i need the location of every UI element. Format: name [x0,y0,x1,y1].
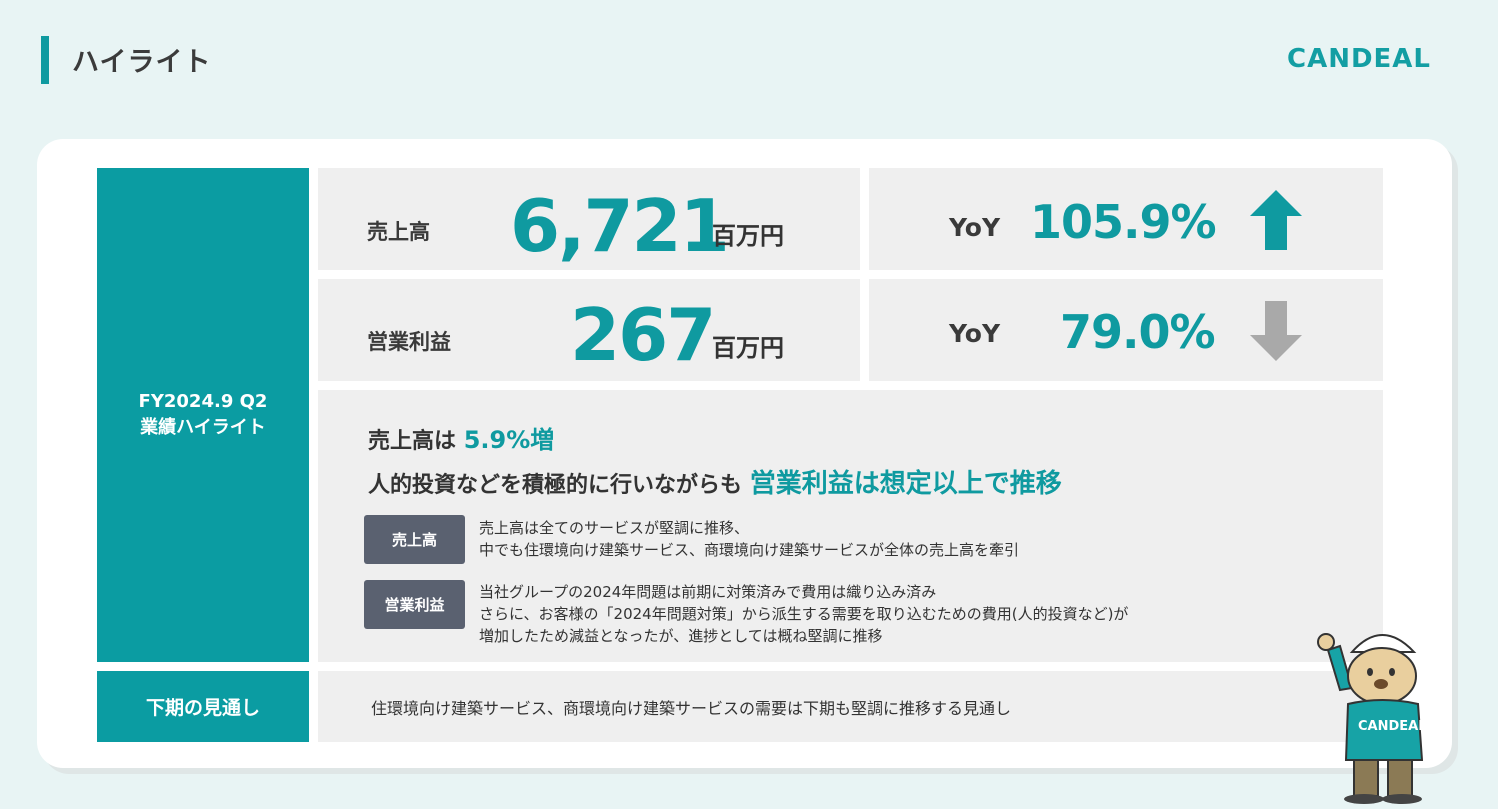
operating-profit-note-line: 増加したため減益となったが、進捗としては概ね堅調に推移 [479,627,883,645]
operating-profit-value: 267 [570,293,716,377]
mascot-shirt-text: CANDEAL [1358,719,1427,734]
period-text: FY2024.9 Q2 [138,391,268,412]
revenue-unit: 百万円 [712,222,784,250]
summary-headline-2-prefix: 人的投資などを積極的に行いながらも [368,473,743,498]
revenue-value: 6,721 [510,184,730,268]
candeal-logo: CANDEAL [1287,44,1431,74]
sidebar-outlook-label: 下期の見通し [97,671,309,742]
sidebar-period-block: FY2024.9 Q2 業績ハイライト [97,168,309,662]
summary-headline-1: 売上高は 5.9%増 [368,420,554,455]
summary-headline-2-accent: 営業利益は想定以上で推移 [749,469,1062,499]
revenue-yoy-label: YoY [949,213,1001,242]
operating-profit-unit: 百万円 [712,334,784,362]
summary-headline-2: 人的投資などを積極的に行いながらも 営業利益は想定以上で推移 [368,463,1062,500]
revenue-yoy-value: 105.9% [1030,195,1217,249]
revenue-note-line: 中でも住環境向け建築サービス、商環境向け建築サービスが全体の売上高を牽引 [479,541,1020,559]
operating-profit-note-line: 当社グループの2024年問題は前期に対策済みで費用は織り込み済み [479,583,937,601]
operating-profit-label: 営業利益 [367,330,451,354]
revenue-note-text: 売上高は全てのサービスが堅調に推移、 中でも住環境向け建築サービス、商環境向け建… [479,517,1019,561]
arrow-up-icon [1250,190,1302,250]
arrow-down-icon [1250,301,1302,361]
operating-profit-yoy-label: YoY [949,319,1001,348]
period-label: 業績ハイライト [140,417,266,438]
mascot-illustration: CANDEAL [1317,633,1427,804]
summary-headline-1-prefix: 売上高は [368,429,457,454]
outlook-text: 住環境向け建築サービス、商環境向け建築サービスの需要は下期も堅調に推移する見通し [371,699,1012,718]
revenue-note-tag: 売上高 [364,515,465,564]
operating-profit-note-text: 当社グループの2024年問題は前期に対策済みで費用は織り込み済み さらに、お客様… [479,581,1128,647]
title-accent-bar [41,36,49,84]
operating-profit-note-tag: 営業利益 [364,580,465,629]
operating-profit-yoy-value: 79.0% [1060,305,1216,359]
summary-headline-1-accent: 5.9%増 [463,426,555,454]
revenue-label: 売上高 [367,220,430,244]
revenue-note-line: 売上高は全てのサービスが堅調に推移、 [479,519,750,537]
page-title: ハイライト [72,47,212,78]
operating-profit-note-line: さらに、お客様の「2024年問題対策」から派生する需要を取り込むための費用(人的… [479,605,1129,623]
